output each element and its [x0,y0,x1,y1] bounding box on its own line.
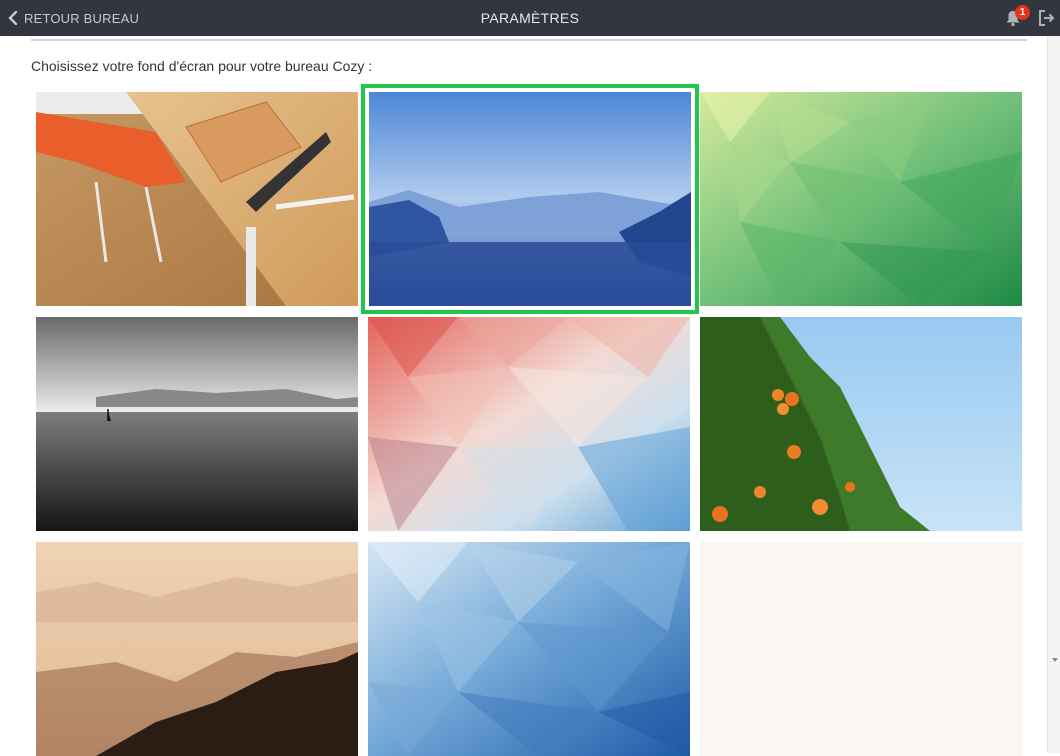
wallpaper-blue-polygons-image [368,542,690,756]
back-to-desktop-link[interactable]: RETOUR BUREAU [8,0,139,36]
top-bar: RETOUR BUREAU PARAMÈTRES 1 [0,0,1060,36]
wallpaper-desk-wood[interactable] [36,92,358,306]
wallpaper-blue-lake-mountains[interactable] [361,84,699,314]
wallpaper-misty-hills-sepia-image [36,542,358,756]
wallpaper-green-polygons-image [700,92,1022,306]
chevron-left-icon [8,11,18,25]
wallpaper-desk-wood-image [36,92,358,306]
scroll-down-arrow-icon[interactable] [1052,658,1058,662]
wallpaper-blue-polygons[interactable] [368,542,690,756]
scrollbar[interactable] [1047,36,1060,753]
wallpaper-green-polygons[interactable] [700,92,1022,306]
wallpaper-plain-cream[interactable] [700,542,1022,756]
wallpaper-black-white-sea[interactable] [36,317,358,531]
wallpaper-prompt: Choisissez votre fond d'écran pour votre… [31,58,373,74]
logout-icon[interactable] [1038,10,1056,26]
wallpaper-orange-tree-sky-image [700,317,1022,531]
wallpaper-black-white-sea-image [36,317,358,531]
wallpaper-blue-lake-mountains-image [369,92,691,306]
notification-badge: 1 [1015,5,1030,20]
wallpaper-plain-cream-image [700,542,1022,756]
divider [31,39,1027,41]
wallpaper-orange-tree-sky[interactable] [700,317,1022,531]
page-title: PARAMÈTRES [480,10,580,26]
wallpaper-pink-blue-polygons[interactable] [368,317,690,531]
back-label: RETOUR BUREAU [24,10,140,26]
wallpaper-pink-blue-polygons-image [368,317,690,531]
wallpaper-misty-hills-sepia[interactable] [36,542,358,756]
